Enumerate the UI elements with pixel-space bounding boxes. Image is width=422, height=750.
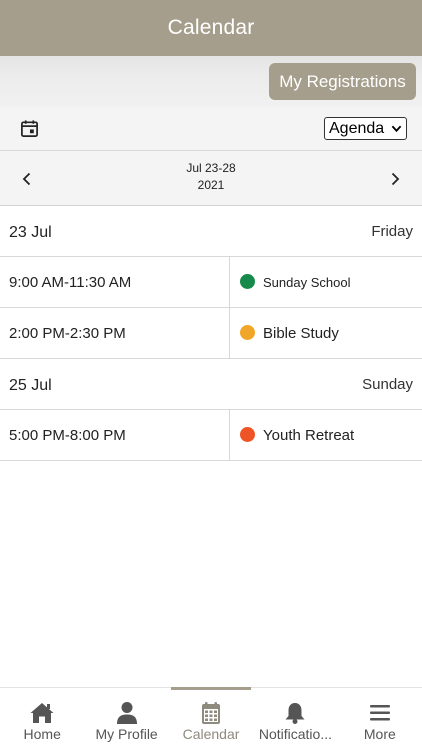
day-header: 25 Jul Sunday bbox=[0, 359, 422, 410]
event-row[interactable]: 5:00 PM-8:00 PM Youth Retreat bbox=[0, 410, 422, 461]
event-row[interactable]: 2:00 PM-2:30 PM Bible Study bbox=[0, 308, 422, 359]
event-title: Bible Study bbox=[263, 325, 339, 342]
event-title: Youth Retreat bbox=[263, 427, 355, 444]
registrations-bar: My Registrations bbox=[0, 56, 422, 107]
active-tab-indicator bbox=[170, 687, 252, 690]
tab-label: More bbox=[363, 726, 396, 742]
view-select[interactable]: Agenda bbox=[324, 117, 407, 140]
day-weekday: Friday bbox=[371, 223, 413, 240]
chevron-down-icon bbox=[391, 125, 402, 133]
event-row[interactable]: 9:00 AM-11:30 AM Sunday School bbox=[0, 257, 422, 308]
date-navigation: Jul 23-28 2021 bbox=[0, 151, 422, 206]
calendar-today-icon[interactable] bbox=[20, 119, 39, 138]
calendar-toolbar: Agenda bbox=[0, 107, 422, 151]
tab-my-profile[interactable]: My Profile bbox=[84, 688, 168, 750]
tab-label: My Profile bbox=[95, 726, 158, 742]
event-color-dot bbox=[240, 325, 255, 340]
date-range: Jul 23-28 bbox=[186, 161, 236, 175]
home-icon bbox=[30, 703, 54, 723]
person-icon bbox=[116, 702, 137, 724]
event-time: 2:00 PM-2:30 PM bbox=[9, 325, 126, 342]
bottom-tab-bar: Home My Profile Calendar Notificatio... … bbox=[0, 687, 422, 750]
menu-icon bbox=[369, 705, 390, 721]
tab-label: Home bbox=[23, 726, 61, 742]
day-weekday: Sunday bbox=[362, 376, 413, 393]
date-range-year: 2021 bbox=[197, 178, 225, 192]
tab-more[interactable]: More bbox=[338, 688, 422, 750]
tab-notifications[interactable]: Notificatio... bbox=[253, 688, 337, 750]
day-header: 23 Jul Friday bbox=[0, 206, 422, 257]
calendar-icon bbox=[202, 702, 221, 724]
tab-calendar[interactable]: Calendar bbox=[169, 687, 253, 750]
column-divider bbox=[229, 410, 230, 460]
agenda-list: 23 Jul Friday 9:00 AM-11:30 AM Sunday Sc… bbox=[0, 206, 422, 461]
day-date: 23 Jul bbox=[9, 224, 52, 241]
day-date: 25 Jul bbox=[9, 377, 52, 394]
column-divider bbox=[229, 308, 230, 358]
column-divider bbox=[229, 257, 230, 307]
my-registrations-button[interactable]: My Registrations bbox=[269, 63, 416, 100]
chevron-right-icon[interactable] bbox=[386, 170, 404, 188]
event-title: Sunday School bbox=[263, 275, 351, 290]
app-header: Calendar bbox=[0, 0, 422, 56]
tab-home[interactable]: Home bbox=[0, 688, 84, 750]
page-title: Calendar bbox=[167, 16, 255, 39]
view-select-value: Agenda bbox=[329, 119, 385, 137]
event-color-dot bbox=[240, 274, 255, 289]
event-time: 9:00 AM-11:30 AM bbox=[9, 274, 132, 291]
tab-label: Calendar bbox=[182, 726, 240, 742]
event-color-dot bbox=[240, 427, 255, 442]
event-time: 5:00 PM-8:00 PM bbox=[9, 427, 126, 444]
bell-icon bbox=[285, 703, 305, 724]
tab-label: Notificatio... bbox=[258, 726, 332, 742]
